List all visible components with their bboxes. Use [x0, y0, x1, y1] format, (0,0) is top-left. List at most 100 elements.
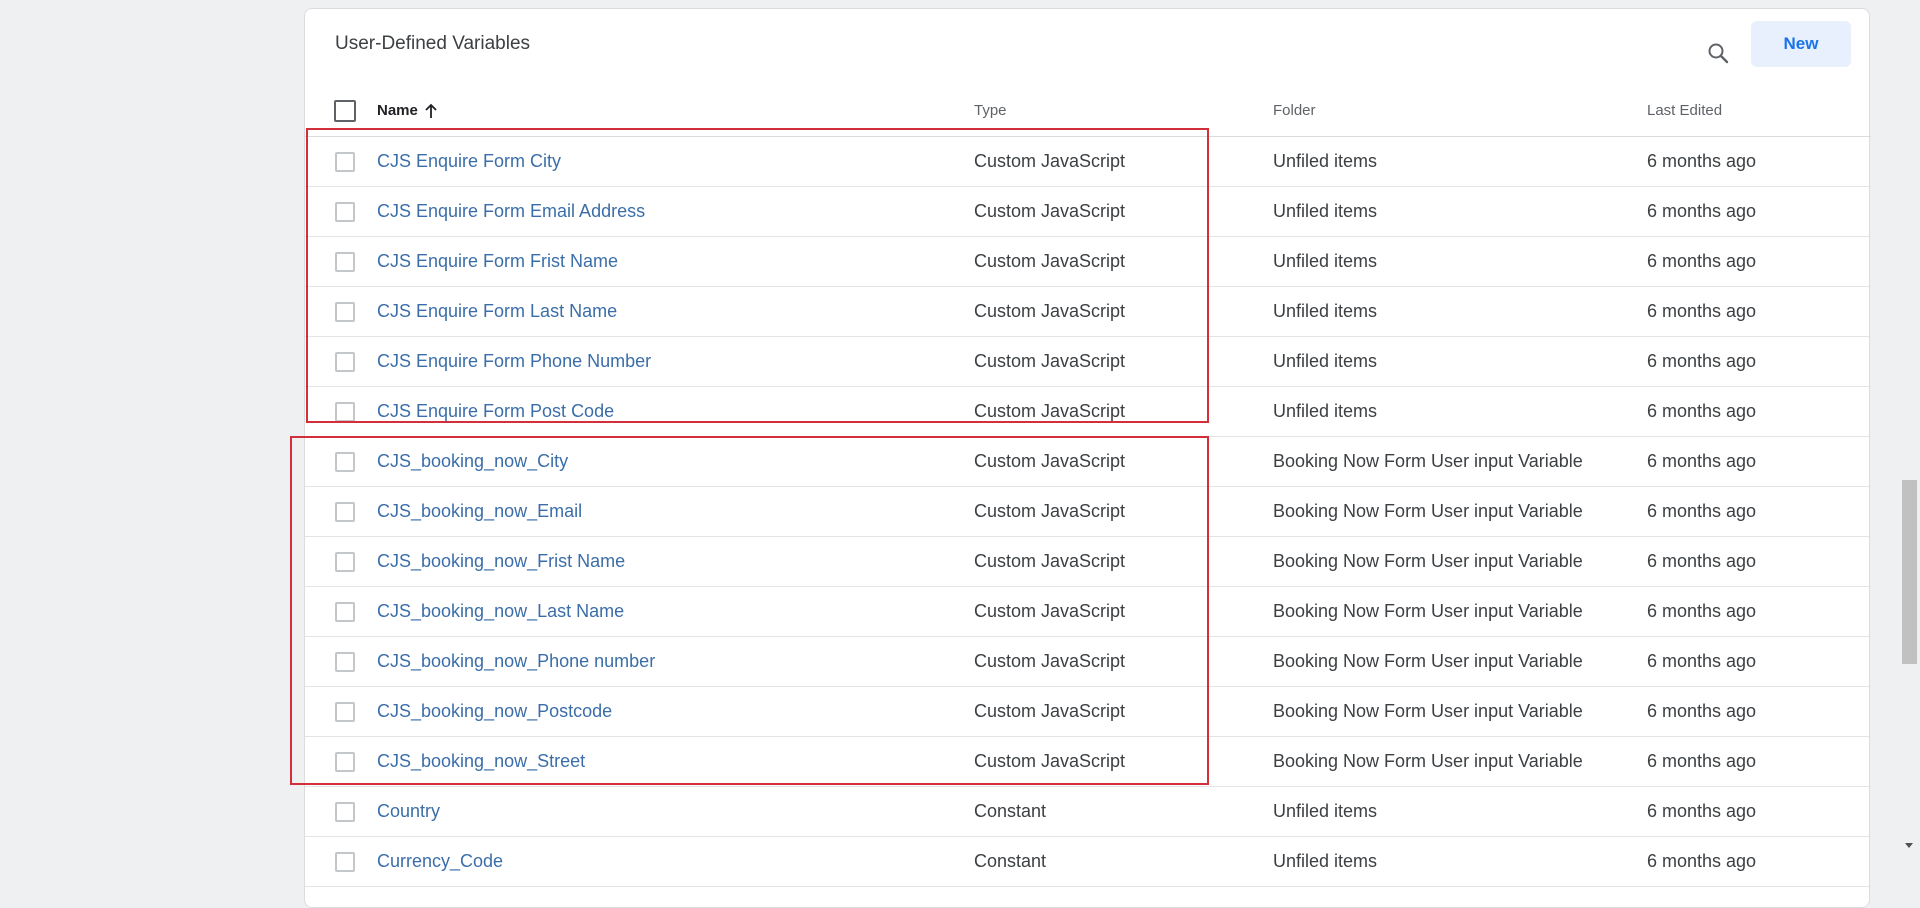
scroll-down-arrow-icon[interactable] [1905, 843, 1913, 848]
variable-type: Custom JavaScript [974, 551, 1126, 571]
variable-last-edited: 6 months ago [1647, 551, 1757, 571]
row-checkbox[interactable] [335, 501, 355, 522]
table-row[interactable]: CJS Enquire Form City Custom JavaScript Un… [305, 137, 1871, 187]
variable-folder: Unfiled items [1273, 301, 1378, 321]
table-row[interactable]: Currency_Code Constant Unfiled items 6 mont… [305, 837, 1871, 887]
row-checkbox[interactable] [335, 801, 355, 822]
table-row[interactable]: CJS_booking_now_Frist Name Custom JavaScr… [305, 537, 1871, 587]
variable-last-edited: 6 months ago [1647, 801, 1757, 821]
variable-folder: Booking Now Form User input Variable [1273, 451, 1583, 471]
column-header-type[interactable]: Type [974, 85, 1007, 136]
variable-name-link[interactable]: CJS_booking_now_Frist Name [377, 551, 625, 572]
variable-name-link[interactable]: CJS_booking_now_Phone number [377, 651, 655, 672]
row-checkbox[interactable] [335, 301, 355, 322]
variable-folder: Booking Now Form User input Variable [1273, 701, 1583, 721]
column-header-folder[interactable]: Folder [1273, 85, 1316, 136]
column-header-last-edited[interactable]: Last Edited [1647, 85, 1722, 136]
variable-type: Custom JavaScript [974, 701, 1126, 721]
variable-name-link[interactable]: CJS Enquire Form City [377, 151, 561, 172]
row-checkbox[interactable] [335, 751, 355, 772]
variable-last-edited: 6 months ago [1647, 201, 1757, 221]
variable-folder: Unfiled items [1273, 351, 1378, 371]
scrollbar-thumb[interactable] [1902, 480, 1917, 664]
row-checkbox[interactable] [335, 651, 355, 672]
variable-type: Custom JavaScript [974, 601, 1126, 621]
variable-type: Custom JavaScript [974, 751, 1126, 771]
variable-name-link[interactable]: CJS Enquire Form Email Address [377, 201, 645, 222]
variable-name-link[interactable]: CJS_booking_now_City [377, 451, 568, 472]
variable-last-edited: 6 months ago [1647, 601, 1757, 621]
search-button[interactable] [1698, 28, 1738, 78]
variable-name-link[interactable]: Country [377, 801, 440, 822]
arrow-up-icon [424, 103, 438, 119]
variable-name-link[interactable]: CJS Enquire Form Phone Number [377, 351, 651, 372]
variable-last-edited: 6 months ago [1647, 501, 1757, 521]
column-header-name[interactable]: Name [377, 85, 438, 136]
table-row[interactable]: CJS_booking_now_Postcode Custom JavaScrip… [305, 687, 1871, 737]
row-checkbox[interactable] [335, 151, 355, 172]
table-row[interactable]: CJS_booking_now_City Custom JavaScript Boo… [305, 437, 1871, 487]
variable-last-edited: 6 months ago [1647, 851, 1757, 871]
row-checkbox[interactable] [335, 401, 355, 422]
table-row[interactable]: CJS_booking_now_Phone number Custom JavaS… [305, 637, 1871, 687]
table-row[interactable]: CJS_booking_now_Street Custom JavaScript B… [305, 737, 1871, 787]
table-row[interactable]: CJS Enquire Form Last Name Custom JavaScr… [305, 287, 1871, 337]
table-row[interactable]: CJS Enquire Form Post Code Custom JavaScr… [305, 387, 1871, 437]
table-row[interactable]: CJS Enquire Form Frist Name Custom JavaSc… [305, 237, 1871, 287]
variable-last-edited: 6 months ago [1647, 401, 1757, 421]
variable-last-edited: 6 months ago [1647, 451, 1757, 471]
variable-folder: Booking Now Form User input Variable [1273, 501, 1583, 521]
select-all-checkbox[interactable] [334, 99, 356, 122]
variable-type: Constant [974, 851, 1047, 871]
variable-last-edited: 6 months ago [1647, 701, 1757, 721]
variable-last-edited: 6 months ago [1647, 251, 1757, 271]
variable-name-link[interactable]: Currency_Code [377, 851, 503, 872]
variable-name-link[interactable]: CJS_booking_now_Street [377, 751, 585, 772]
row-checkbox[interactable] [335, 451, 355, 472]
table-row[interactable]: CJS_booking_now_Email Custom JavaScript Bo… [305, 487, 1871, 537]
table-row[interactable]: CJS Enquire Form Phone Number Custom Java… [305, 337, 1871, 387]
variables-table-body: CJS Enquire Form City Custom JavaScript Un… [305, 137, 1871, 887]
variable-type: Custom JavaScript [974, 201, 1126, 221]
variable-type: Custom JavaScript [974, 151, 1126, 171]
variable-last-edited: 6 months ago [1647, 301, 1757, 321]
user-defined-variables-panel: User-Defined Variables New Name Type Fol… [304, 8, 1871, 908]
new-button[interactable]: New [1751, 21, 1851, 67]
variable-name-link[interactable]: CJS Enquire Form Post Code [377, 401, 614, 422]
table-header: Name Type Folder Last Edited [305, 85, 1871, 137]
row-checkbox[interactable] [335, 601, 355, 622]
row-checkbox[interactable] [335, 201, 355, 222]
table-row[interactable]: CJS_booking_now_Last Name Custom JavaScri… [305, 587, 1871, 637]
variable-last-edited: 6 months ago [1647, 651, 1757, 671]
variable-name-link[interactable]: CJS Enquire Form Frist Name [377, 251, 618, 272]
variable-type: Custom JavaScript [974, 301, 1126, 321]
variable-type: Custom JavaScript [974, 501, 1126, 521]
variable-folder: Booking Now Form User input Variable [1273, 601, 1583, 621]
variable-folder: Unfiled items [1273, 201, 1378, 221]
variable-type: Custom JavaScript [974, 651, 1126, 671]
variable-folder: Unfiled items [1273, 851, 1378, 871]
table-row[interactable]: Country Constant Unfiled items 6 months ago [305, 787, 1871, 837]
variable-name-link[interactable]: CJS_booking_now_Postcode [377, 701, 612, 722]
variable-folder: Booking Now Form User input Variable [1273, 551, 1583, 571]
row-checkbox[interactable] [335, 701, 355, 722]
variable-folder: Unfiled items [1273, 251, 1378, 271]
variable-folder: Booking Now Form User input Variable [1273, 751, 1583, 771]
variable-type: Custom JavaScript [974, 251, 1126, 271]
variable-name-link[interactable]: CJS Enquire Form Last Name [377, 301, 617, 322]
variable-type: Constant [974, 801, 1047, 821]
variable-last-edited: 6 months ago [1647, 351, 1757, 371]
variable-folder: Unfiled items [1273, 401, 1378, 421]
variable-name-link[interactable]: CJS_booking_now_Last Name [377, 601, 624, 622]
row-checkbox[interactable] [335, 851, 355, 872]
row-checkbox[interactable] [335, 251, 355, 272]
table-row[interactable]: CJS Enquire Form Email Address Custom Jav… [305, 187, 1871, 237]
row-checkbox[interactable] [335, 551, 355, 572]
variable-last-edited: 6 months ago [1647, 151, 1757, 171]
search-icon [1708, 43, 1729, 64]
variable-type: Custom JavaScript [974, 401, 1126, 421]
variable-folder: Unfiled items [1273, 801, 1378, 821]
row-checkbox[interactable] [335, 351, 355, 372]
variable-name-link[interactable]: CJS_booking_now_Email [377, 501, 582, 522]
variable-type: Custom JavaScript [974, 451, 1126, 471]
